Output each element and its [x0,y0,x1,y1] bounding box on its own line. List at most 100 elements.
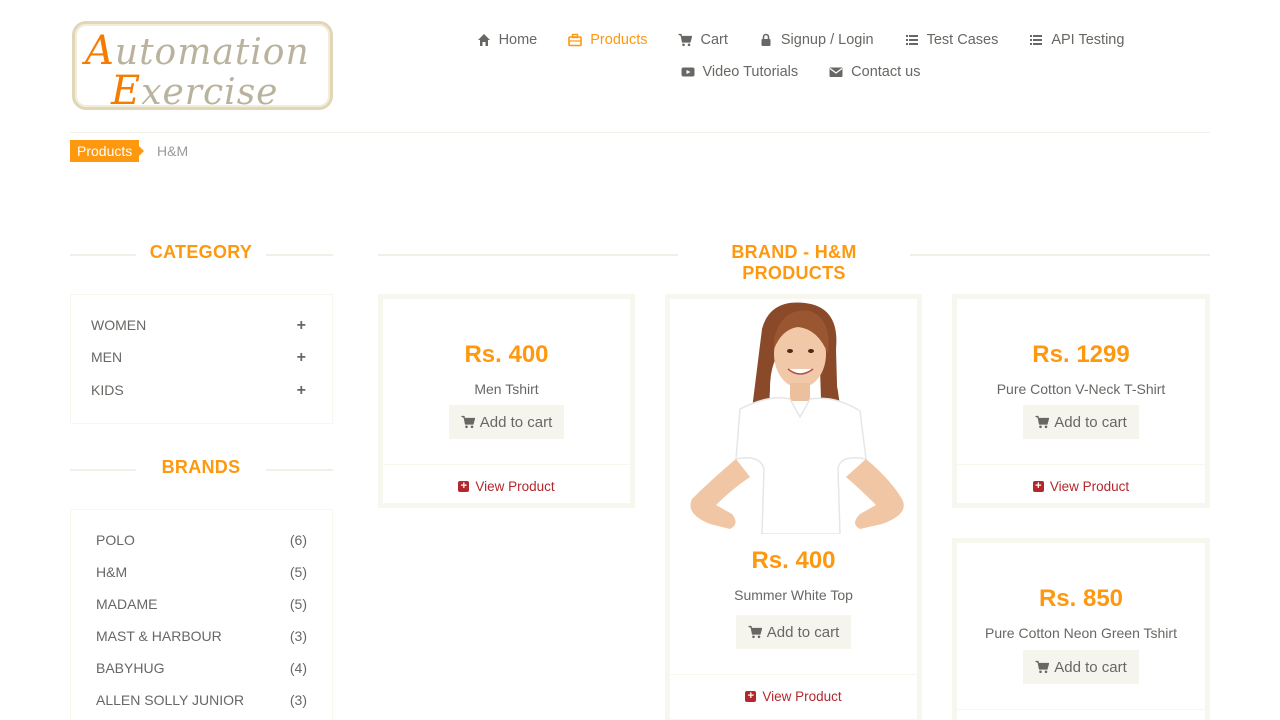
cart-icon [1035,660,1050,674]
brand-count: (5) [289,596,307,612]
card-footer [957,709,1205,720]
add-to-cart-button[interactable]: Add to cart [736,615,851,649]
product-price: Rs. 1299 [1032,341,1130,368]
cart-icon [677,33,693,47]
nav-home-label: Home [498,32,538,48]
nav-products-label: Products [590,32,648,48]
brand-label: MADAME [96,596,158,612]
brand-label: POLO [96,532,135,548]
product-photo-girl-white-top [690,302,904,534]
brand-count: (6) [289,532,307,548]
home-icon [476,33,492,47]
nav-contact-us-label: Contact us [851,64,921,80]
card-footer: + View Product [383,464,630,508]
nav-test-cases[interactable]: Test Cases [904,32,998,48]
product-card: Rs. 1299 Pure Cotton V-Neck T-Shirt Add … [952,294,1210,508]
brands-title-line-left [70,469,136,471]
add-to-cart-button[interactable]: Add to cart [449,405,564,439]
brand-item-polo[interactable]: POLO (6) [96,532,307,548]
plus-icon[interactable]: + [297,382,306,400]
plus-square-icon: + [458,481,470,492]
add-to-cart-label: Add to cart [1054,413,1127,431]
nav-products[interactable]: Products [567,32,647,48]
nav-signup-login[interactable]: Signup / Login [758,32,874,48]
view-product-link[interactable]: + View Product [458,479,555,494]
add-to-cart-button[interactable]: Add to cart [1023,650,1139,684]
list-icon [904,33,920,47]
brand-count: (4) [289,660,307,676]
header-divider [70,132,1210,133]
site-logo[interactable]: Automation Exercise [72,21,333,114]
category-label: KIDS [91,382,124,398]
category-title-line-left [70,254,136,256]
nav-api-testing[interactable]: API Testing [1028,32,1124,48]
view-product-link[interactable]: + View Product [1032,479,1130,494]
add-to-cart-button[interactable]: Add to cart [1023,405,1139,439]
product-name: Pure Cotton Neon Green Tshirt [985,625,1177,641]
breadcrumb-current: H&M [157,143,189,159]
card-footer: + View Product [957,464,1205,508]
brand-item-madame[interactable]: MADAME (5) [96,596,307,612]
product-price: Rs. 400 [464,341,549,368]
category-item-kids[interactable]: KIDS + [91,382,306,400]
brand-label: ALLEN SOLLY JUNIOR [96,692,245,708]
brand-label: H&M [96,564,128,580]
card-footer: + View Product [670,674,917,718]
add-to-cart-label: Add to cart [766,623,840,641]
list-icon [1028,33,1044,47]
category-label: MEN [91,349,123,365]
lock-icon [758,33,774,47]
brands-panel: POLO (6) H&M (5) MADAME (5) MAST & HARBO… [70,509,333,720]
main-title-line-left [378,254,678,256]
nav-row-2: Video Tutorials Contact us [470,56,1130,88]
view-product-label: View Product [762,689,842,704]
plus-square-icon: + [1032,481,1044,492]
brands-title: BRANDS [161,457,241,477]
product-price: Rs. 850 [1038,585,1124,612]
category-panel: WOMEN + MEN + KIDS + [70,294,333,424]
brand-count: (3) [289,692,307,708]
product-card: Rs. 400 Men Tshirt Add to cart + View Pr… [378,294,635,508]
nav-video-tutorials-label: Video Tutorials [702,64,799,80]
plus-icon[interactable]: + [297,349,306,367]
brand-item-hm[interactable]: H&M (5) [96,564,307,580]
cart-icon [461,415,475,429]
main-nav: Home Products Cart Signup / Login Test C… [470,24,1130,88]
category-item-men[interactable]: MEN + [91,349,306,367]
product-name: Pure Cotton V-Neck T-Shirt [996,381,1166,397]
category-item-women[interactable]: WOMEN + [91,317,306,335]
add-to-cart-label: Add to cart [479,413,553,431]
brand-item-mast-harbour[interactable]: MAST & HARBOUR (3) [96,628,307,644]
brand-item-babyhug[interactable]: BABYHUG (4) [96,660,307,676]
envelope-icon [828,65,844,79]
category-title: CATEGORY [149,242,253,262]
breadcrumb-products[interactable]: Products [70,140,145,162]
plus-square-icon: + [745,691,757,702]
category-label: WOMEN [91,317,147,333]
nav-api-testing-label: API Testing [1051,32,1125,48]
product-card: Rs. 400 Summer White Top Add to cart + V… [665,294,922,720]
category-title-line-right [266,254,333,256]
view-product-link[interactable]: + View Product [745,689,842,704]
nav-video-tutorials[interactable]: Video Tutorials [680,64,799,80]
brand-item-allen-solly-junior[interactable]: ALLEN SOLLY JUNIOR (3) [96,692,307,708]
view-product-label: View Product [1049,479,1130,494]
nav-cart[interactable]: Cart [677,32,728,48]
briefcase-icon [567,33,583,47]
product-image [670,299,917,534]
brand-label: MAST & HARBOUR [96,628,222,644]
product-name: Men Tshirt [474,381,539,397]
brand-count: (5) [289,564,307,580]
brand-label: BABYHUG [96,660,165,676]
nav-cart-label: Cart [700,32,728,48]
plus-icon[interactable]: + [297,317,306,335]
product-price: Rs. 400 [751,547,836,574]
nav-row-1: Home Products Cart Signup / Login Test C… [470,24,1130,56]
add-to-cart-label: Add to cart [1054,658,1127,676]
nav-home[interactable]: Home [476,32,538,48]
brand-count: (3) [289,628,307,644]
nav-signup-login-label: Signup / Login [780,32,874,48]
nav-contact-us[interactable]: Contact us [828,64,920,80]
logo-line-2: Exercise [111,68,279,114]
main-title-line-right [910,254,1210,256]
